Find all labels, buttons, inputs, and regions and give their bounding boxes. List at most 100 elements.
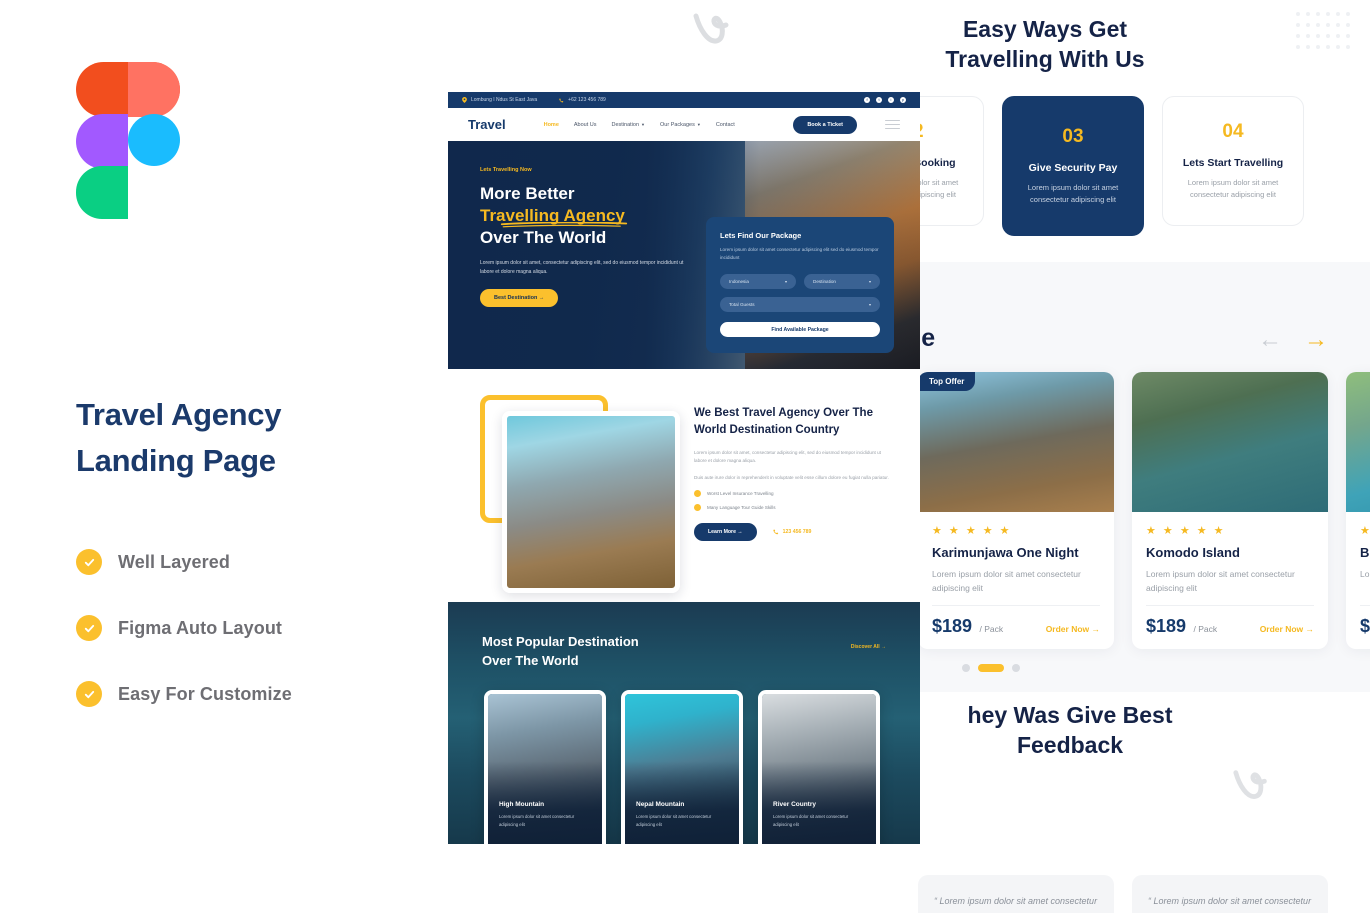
spacer	[448, 369, 920, 387]
package-card[interactable]: ★ ★ ★ ★ ★ Komodo Island Lorem ipsum dolo…	[1132, 372, 1328, 649]
destination-title-line2: Over The World	[482, 653, 579, 668]
package-body: ★ ★ ★ ★ ★ Komodo Island Lorem ipsum dolo…	[1132, 512, 1328, 649]
nav-link-home[interactable]: Home	[544, 122, 559, 128]
nav-link-label: Destination	[611, 121, 640, 128]
package-card-list: Top Offer ★ ★ ★ ★ ★ Karimunjawa One Nigh…	[918, 372, 1370, 649]
pinterest-icon[interactable]: p	[900, 97, 906, 103]
check-circle-icon	[76, 549, 102, 575]
form-title: Lets Find Our Package	[720, 231, 802, 240]
country-select[interactable]: Indonesia ▾	[720, 274, 796, 289]
nav-link-label: Contact	[715, 121, 735, 128]
package-description: Lore adipi	[1360, 569, 1370, 579]
step-card-03[interactable]: 03 Give Security Pay Lorem ipsum dolor s…	[1002, 96, 1144, 236]
mockup-hero: Lets Travelling Now More Better Travelli…	[448, 141, 920, 369]
package-card[interactable]: Top Offer ★ ★ ★ ★ ★ Karimunjawa One Nigh…	[918, 372, 1114, 649]
destination-card[interactable]: Nepal Mountain Lorem ipsum dolor sit ame…	[621, 690, 743, 844]
step-card-04[interactable]: 04 Lets Start Travelling Lorem ipsum dol…	[1162, 96, 1304, 226]
arrow-right-icon[interactable]: →	[1304, 328, 1328, 352]
star-rating-icon: ★ ★ ★ ★ ★	[1146, 525, 1226, 537]
destination-name: High Mountain	[499, 801, 545, 809]
hero-content: Lets Travelling Now More Better Travelli…	[480, 167, 740, 307]
carousel-dot[interactable]	[962, 664, 970, 672]
nav-link-destination[interactable]: Destination ▼	[612, 122, 646, 128]
destination-name: River Country	[773, 801, 816, 809]
order-now-link[interactable]: Order Now →	[1260, 624, 1314, 634]
hero-headline: More Better Travelling Agency Over The W…	[480, 183, 740, 249]
carousel-dots[interactable]	[962, 664, 1020, 672]
about-feature-item: Many Language Tour Guide Skills	[694, 504, 894, 512]
instagram-icon[interactable]: i	[888, 97, 894, 103]
feedback-card[interactable]: “ Lorem ipsum dolor sit amet consectetur…	[1132, 875, 1328, 913]
best-destination-button[interactable]: Best Destination →	[480, 289, 559, 307]
feature-label: Easy For Customize	[118, 683, 292, 704]
destination-card[interactable]: River Country Lorem ipsum dolor sit amet…	[758, 690, 880, 844]
page-title: Travel Agency Landing Page	[76, 392, 281, 484]
step-number: 03	[1062, 126, 1084, 147]
popular-destination-section: Most Popular Destination Over The World …	[448, 602, 920, 844]
feedback-card[interactable]: “ Lorem ipsum dolor sit amet consectetur…	[918, 875, 1114, 913]
carousel-dot-active[interactable]	[978, 664, 1004, 672]
feedback-card-list: “ Lorem ipsum dolor sit amet consectetur…	[918, 875, 1328, 913]
figma-logo	[76, 62, 180, 219]
nav-link-about-us[interactable]: About Us	[574, 122, 597, 128]
arrow-left-icon[interactable]: ←	[1258, 328, 1282, 352]
about-phone[interactable]: 123 456 789	[772, 529, 811, 535]
destination-name: Nepal Mountain	[636, 801, 685, 809]
twitter-icon[interactable]: t	[876, 97, 882, 103]
order-now-link[interactable]: Order Now →	[1046, 624, 1100, 634]
feedback-title-line2: Feedback	[1016, 732, 1124, 758]
phone-icon	[772, 529, 778, 535]
carousel-dot[interactable]	[1012, 664, 1020, 672]
feedback-quote: “ Lorem ipsum dolor sit amet consectetur…	[934, 896, 1098, 913]
squiggle-arrow-icon	[693, 13, 729, 44]
package-footer: $1	[1360, 605, 1370, 637]
about-photo	[502, 411, 680, 593]
destination-select[interactable]: Destination ▾	[804, 274, 880, 289]
about-feature-list: Worst Level Insurance Travelling Many La…	[694, 490, 894, 512]
feature-label: Figma Auto Layout	[118, 617, 283, 638]
star-rating-icon: ★ ★ ★ ★ ★	[932, 525, 1012, 537]
destination-card[interactable]: High Mountain Lorem ipsum dolor sit amet…	[484, 690, 606, 844]
package-footer: $189 / Pack Order Now →	[932, 605, 1100, 637]
topbar-phone: +62 123 456 789	[559, 97, 606, 103]
about-image-group	[480, 395, 680, 593]
learn-more-button[interactable]: Learn More →	[694, 523, 757, 542]
hamburger-menu-icon[interactable]	[885, 119, 900, 130]
total-guests-select[interactable]: Total Guests ▾	[720, 297, 880, 312]
destination-description: Lorem ipsum dolor sit amet consectetur a…	[499, 814, 575, 827]
chevron-down-icon: ▼	[641, 121, 645, 127]
squiggle-arrow-icon	[1233, 770, 1267, 799]
easy-ways-title: Easy Ways Get Travelling With Us	[915, 14, 1175, 74]
feedback-title: hey Was Give Best Feedback	[920, 700, 1220, 760]
destination-title-line1: Most Popular Destination	[482, 634, 639, 649]
landing-page-mockup: Lombung I Ndus St East Java +62 123 456 …	[448, 92, 920, 844]
step-name: Give Security Pay	[1028, 162, 1118, 174]
nav-link-contact[interactable]: Contact	[716, 122, 735, 128]
nav-link-our-packages[interactable]: Our Packages ▼	[660, 122, 701, 128]
facebook-icon[interactable]: f	[864, 97, 870, 103]
discover-all-link[interactable]: Discover All →	[851, 644, 886, 650]
about-actions: Learn More → 123 456 789	[694, 523, 894, 542]
about-section: We Best Travel Agency Over The World Des…	[448, 387, 920, 602]
easy-ways-title-line1: Easy Ways Get	[962, 16, 1128, 42]
package-price-group: $189 / Pack	[932, 616, 1003, 637]
destination-card-list: High Mountain Lorem ipsum dolor sit amet…	[484, 690, 880, 844]
package-unit: / Pack	[979, 624, 1004, 634]
destination-select-value: Destination	[813, 279, 836, 284]
package-price-group: $189 / Pack	[1146, 616, 1217, 637]
brand-logo[interactable]: Travel	[468, 117, 506, 132]
chevron-down-icon: ▼	[696, 121, 701, 127]
page-title-line2: Landing Page	[76, 443, 276, 478]
package-price: $189	[932, 616, 973, 636]
package-card[interactable]: ★ ★ ★ ★ ★ Bro Lore adipi $1	[1346, 372, 1370, 649]
find-available-package-button[interactable]: Find Available Package	[720, 322, 880, 337]
package-description: Lorem ipsum dolor sit amet consectetur a…	[932, 569, 1081, 593]
package-price-group: $1	[1360, 616, 1370, 637]
total-guests-value: Total Guests	[729, 302, 755, 307]
headline-underline-icon	[500, 222, 628, 228]
about-heading: We Best Travel Agency Over The World Des…	[694, 407, 873, 436]
book-a-ticket-button[interactable]: Book a Ticket	[793, 115, 857, 134]
package-name: Komodo Island	[1146, 545, 1240, 560]
about-paragraph-2: Duis aute irure dolor in reprehenderit i…	[694, 474, 889, 480]
about-feature-label: Many Language Tour Guide Skills	[707, 505, 776, 511]
